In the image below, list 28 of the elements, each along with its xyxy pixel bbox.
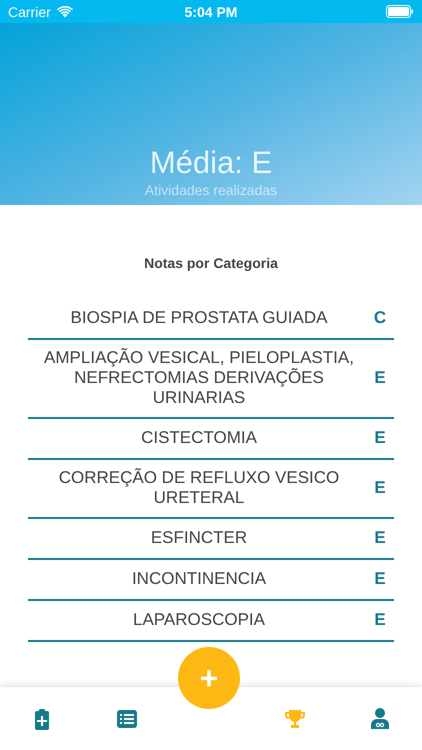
category-name: CORREÇÃO DE REFLUXO VESICO URETERAL (58, 468, 340, 508)
category-name: ESFINCTER (150, 528, 248, 548)
category-grade: E (373, 478, 387, 498)
category-grade: E (373, 428, 387, 448)
category-row[interactable]: CORREÇÃO DE REFLUXO VESICO URETERAL E (28, 460, 394, 519)
category-name: AMPLIAÇÃO VESICAL, PIELOPLASTIA, NEFRECTOMIAS DERIVAÇÕES URINARIAS (43, 348, 355, 408)
category-row[interactable]: LAPAROSCOPIA E (28, 601, 394, 642)
category-grade: E (373, 528, 387, 548)
category-name: LAPAROSCOPIA (132, 610, 266, 630)
category-grade: E (373, 368, 387, 388)
battery-icon (386, 5, 414, 18)
section-title: Notas por Categoria (143, 255, 279, 271)
category-grade: E (373, 569, 387, 589)
category-name: BIOSPIA DE PROSTATA GUIADA (70, 308, 328, 328)
wifi-icon (56, 6, 73, 18)
status-time: 5:04 PM (184, 4, 238, 20)
category-name: CISTECTOMIA (140, 428, 258, 448)
category-row[interactable]: INCONTINENCIA E (28, 560, 394, 601)
average-grade-title: Média: E (150, 145, 272, 181)
category-row[interactable]: AMPLIAÇÃO VESICAL, PIELOPLASTIA, NEFRECTOMIAS DERIVAÇÕES URINARIAS E (28, 340, 394, 419)
category-row[interactable]: BIOSPIA DE PROSTATA GUIADA C (28, 299, 394, 340)
carrier-name: Carrier (8, 4, 51, 20)
category-name: INCONTINENCIA (130, 569, 268, 589)
header-subtitle: Atividades realizadas (144, 181, 278, 199)
category-row[interactable]: CISTECTOMIA E (28, 419, 394, 460)
category-grade: C (372, 308, 388, 328)
category-grade: E (373, 610, 387, 630)
category-row[interactable]: ESFINCTER E (28, 519, 394, 560)
